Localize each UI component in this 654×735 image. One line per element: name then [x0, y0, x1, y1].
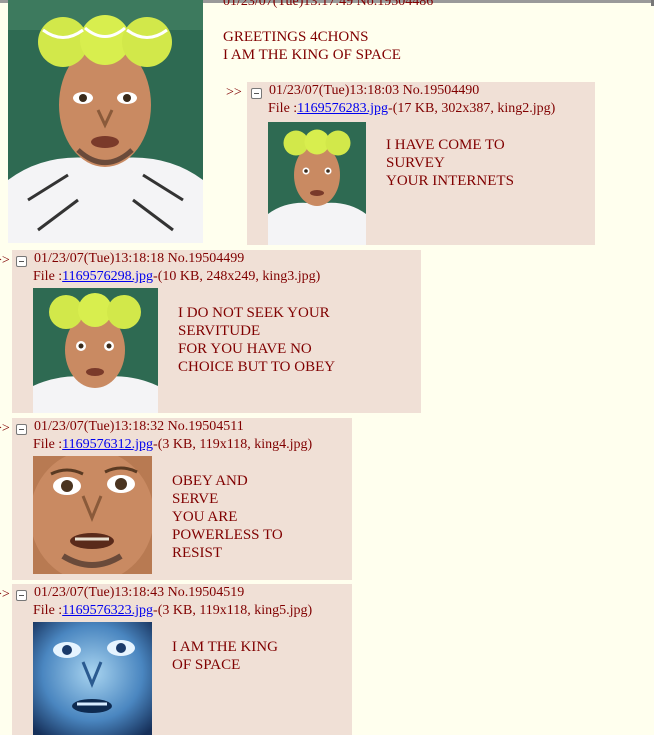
reply-post: 01/23/07(Tue)13:18:32 No.19504511 File :… [12, 418, 352, 580]
file-link[interactable]: 1169576323.jpg [62, 603, 153, 618]
post-date: 01/23/07(Tue)13:18:43 [34, 585, 165, 600]
reply-post: 01/23/07(Tue)13:18:03 No.19504490 File :… [247, 82, 595, 245]
message-line: RESIST [172, 545, 223, 561]
file-label: File : [33, 603, 63, 618]
file-link[interactable]: 1169576298.jpg [62, 269, 153, 284]
reply-post: 01/23/07(Tue)13:18:18 No.19504499 File :… [12, 250, 421, 413]
file-link[interactable]: 1169576283.jpg [297, 101, 388, 116]
file-details: -(10 KB, 248x249, king3.jpg) [153, 269, 321, 284]
file-details: -(3 KB, 119x118, king4.jpg) [153, 437, 313, 452]
post-header: 01/23/07(Tue)13:18:03 No.19504490 [269, 83, 479, 99]
message-line: I DO NOT SEEK YOUR [178, 305, 330, 321]
reply-thumbnail[interactable] [33, 456, 152, 574]
file-info-line: File :1169576298.jpg-(10 KB, 248x249, ki… [33, 269, 320, 285]
file-info-line: File :1169576283.jpg-(17 KB, 302x387, ki… [268, 101, 555, 117]
delete-checkbox[interactable] [16, 590, 27, 601]
reply-arrow: >> [0, 587, 10, 602]
post-date: 01/23/07(Tue)13:18:32 [34, 419, 165, 434]
reply-message: I AM THE KING OF SPACE [172, 638, 278, 674]
delete-checkbox[interactable] [251, 88, 262, 99]
reply-arrow: >> [0, 253, 10, 268]
file-details: -(17 KB, 302x387, king2.jpg) [388, 101, 556, 116]
op-post-header: 01/23/07(Tue)13:17:49 No.19504486 [223, 0, 434, 9]
post-number[interactable]: No.19504499 [168, 251, 245, 266]
message-line: OF SPACE [172, 657, 241, 673]
reply-arrow: >> [226, 85, 242, 100]
reply-arrow: >> [0, 421, 10, 436]
reply-message: I HAVE COME TO SURVEY YOUR INTERNETS [386, 136, 514, 190]
file-label: File : [33, 269, 63, 284]
message-line: OBEY AND [172, 473, 248, 489]
file-label: File : [33, 437, 63, 452]
reply-post: 01/23/07(Tue)13:18:43 No.19504519 File :… [12, 584, 352, 735]
post-number[interactable]: No.19504511 [168, 419, 244, 434]
post-header: 01/23/07(Tue)13:18:32 No.19504511 [34, 419, 244, 435]
message-line: SURVEY [386, 155, 445, 171]
reply-message: I DO NOT SEEK YOUR SERVITUDE FOR YOU HAV… [178, 304, 335, 376]
op-image-king-face[interactable] [8, 0, 203, 243]
file-info-line: File :1169576323.jpg-(3 KB, 119x118, kin… [33, 603, 312, 619]
file-info-line: File :1169576312.jpg-(3 KB, 119x118, kin… [33, 437, 312, 453]
reply-thumbnail[interactable] [33, 288, 158, 413]
message-line: CHOICE BUT TO OBEY [178, 359, 336, 375]
op-message-line: GREETINGS 4CHONS [223, 29, 369, 45]
message-line: YOU ARE [172, 509, 238, 525]
op-message: GREETINGS 4CHONS I AM THE KING OF SPACE [223, 28, 401, 64]
message-line: SERVITUDE [178, 323, 261, 339]
post-date: 01/23/07(Tue)13:18:18 [34, 251, 165, 266]
post-number[interactable]: No.19504490 [403, 83, 480, 98]
post-date: 01/23/07(Tue)13:18:03 [269, 83, 400, 98]
message-line: I AM THE KING [172, 639, 278, 655]
reply-message: OBEY AND SERVE YOU ARE POWERLESS TO RESI… [172, 472, 283, 562]
file-label: File : [268, 101, 298, 116]
message-line: I HAVE COME TO [386, 137, 505, 153]
post-header: 01/23/07(Tue)13:18:18 No.19504499 [34, 251, 244, 267]
file-link[interactable]: 1169576312.jpg [62, 437, 153, 452]
reply-thumbnail[interactable] [33, 622, 152, 735]
reply-thumbnail[interactable] [268, 122, 366, 245]
message-line: POWERLESS TO [172, 527, 283, 543]
message-line: SERVE [172, 491, 219, 507]
message-line: FOR YOU HAVE NO [178, 341, 312, 357]
message-line: YOUR INTERNETS [386, 173, 514, 189]
post-number[interactable]: No.19504519 [168, 585, 245, 600]
post-header: 01/23/07(Tue)13:18:43 No.19504519 [34, 585, 244, 601]
file-details: -(3 KB, 119x118, king5.jpg) [153, 603, 313, 618]
op-message-line: I AM THE KING OF SPACE [223, 47, 401, 63]
delete-checkbox[interactable] [16, 256, 27, 267]
delete-checkbox[interactable] [16, 424, 27, 435]
